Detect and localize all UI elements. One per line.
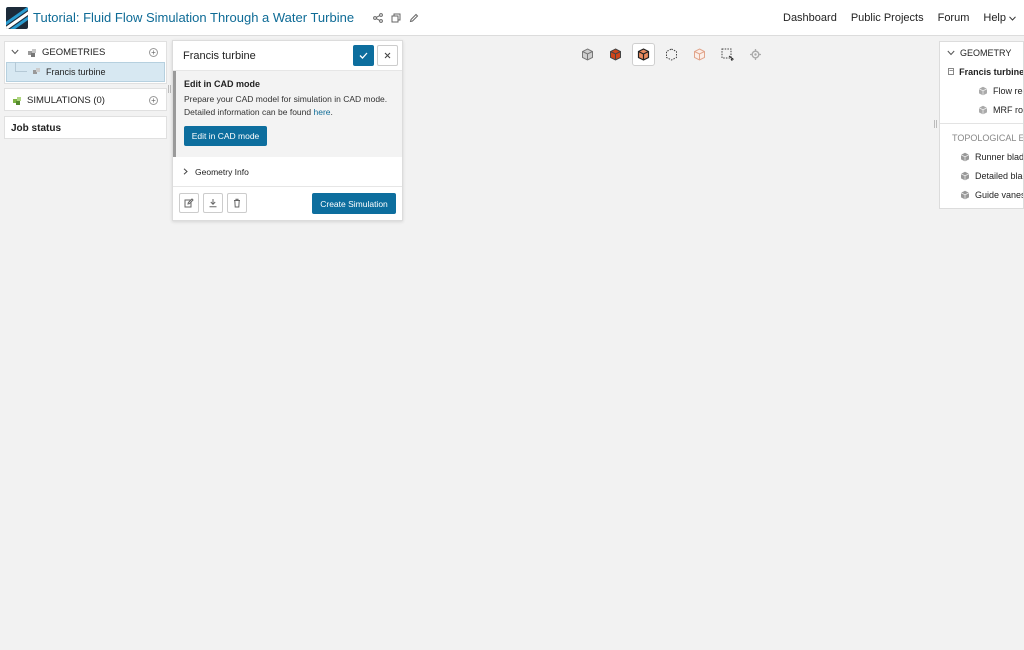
chevron-down-icon[interactable] [947, 50, 955, 56]
geometries-label: GEOMETRIES [42, 46, 106, 58]
settings-icon[interactable] [744, 43, 767, 66]
geometry-item-francis-turbine[interactable]: Francis turbine [6, 62, 165, 82]
nav-forum[interactable]: Forum [938, 12, 970, 24]
solid-edges-view-icon[interactable] [632, 43, 655, 66]
project-title[interactable]: Tutorial: Fluid Flow Simulation Through … [33, 10, 354, 25]
topological-tree-header[interactable]: TOPOLOGICAL E [940, 128, 1023, 147]
topological-item-label: Runner blade [975, 151, 1024, 162]
cube-icon [960, 190, 970, 200]
chevron-down-icon [1009, 15, 1016, 21]
add-geometry-icon[interactable]: + [149, 47, 158, 57]
job-status-section[interactable]: Job status [4, 116, 167, 139]
pencil-icon[interactable] [408, 12, 420, 24]
download-geometry-button[interactable] [203, 193, 223, 213]
cad-mode-info: Edit in CAD mode Prepare your CAD model … [173, 71, 402, 157]
collapse-icon[interactable]: − [948, 68, 955, 75]
geometry-tree-label: GEOMETRY [960, 47, 1012, 58]
job-status-label: Job status [11, 123, 62, 134]
create-simulation-button[interactable]: Create Simulation [312, 193, 396, 214]
edit-geometry-button[interactable] [179, 193, 199, 213]
add-simulation-icon[interactable]: + [149, 96, 158, 105]
geometry-root-item[interactable]: − Francis turbine [940, 62, 1023, 81]
geometry-category-icon [27, 47, 38, 58]
geometry-info-toggle[interactable]: Geometry Info [173, 157, 402, 187]
wireframe-view-icon[interactable] [660, 43, 683, 66]
nav-help-label: Help [983, 12, 1006, 24]
topological-item[interactable]: Guide vanes [940, 185, 1023, 204]
edit-in-cad-button[interactable]: Edit in CAD mode [184, 126, 267, 146]
simulations-label: SIMULATIONS (0) [27, 95, 105, 106]
topological-item-label: Detailed blac [975, 170, 1024, 181]
cad-help-link[interactable]: here [313, 107, 330, 117]
app-logo[interactable] [6, 6, 28, 29]
viewer-toolbar [576, 43, 767, 66]
tree-line [15, 62, 27, 72]
geometry-tree-panel: GEOMETRY − Francis turbine Flow reg MRF … [939, 41, 1024, 209]
share-icon[interactable] [372, 12, 384, 24]
box-select-icon[interactable] [716, 43, 739, 66]
close-button[interactable] [377, 45, 398, 66]
view-cube-icon[interactable] [576, 43, 599, 66]
simulations-section: SIMULATIONS (0) + [4, 88, 167, 111]
copy-icon[interactable] [390, 12, 402, 24]
chevron-right-icon [183, 168, 188, 175]
cube-icon [960, 152, 970, 162]
nav-help[interactable]: Help [983, 12, 1016, 24]
solid-view-icon[interactable] [604, 43, 627, 66]
geometries-section: GEOMETRIES + Francis turbine [4, 41, 167, 84]
cad-mode-description: Prepare your CAD model for simulation in… [184, 93, 394, 119]
geometry-tree-header[interactable]: GEOMETRY [940, 43, 1023, 62]
transparent-view-icon[interactable] [688, 43, 711, 66]
edit-icon [184, 198, 194, 208]
topological-tree-label: TOPOLOGICAL E [952, 132, 1024, 143]
cad-mode-text: Prepare your CAD model for simulation in… [184, 94, 388, 117]
geometry-root-label: Francis turbine [959, 66, 1024, 77]
geometry-item-label: Francis turbine [46, 67, 106, 77]
divider [940, 123, 1023, 124]
close-icon [384, 52, 391, 59]
simulations-header[interactable]: SIMULATIONS (0) + [5, 89, 166, 112]
left-panel-splitter[interactable] [168, 85, 171, 93]
geometry-child-label: Flow reg [993, 85, 1023, 96]
cube-icon [978, 86, 988, 96]
topological-item[interactable]: Detailed blac [940, 166, 1023, 185]
cad-mode-text-end: . [330, 107, 333, 117]
check-icon [359, 52, 368, 59]
topological-item[interactable]: Runner blade [940, 147, 1023, 166]
cad-mode-title: Edit in CAD mode [184, 79, 260, 89]
confirm-button[interactable] [353, 45, 374, 66]
geometry-icon [31, 67, 42, 78]
delete-geometry-button[interactable] [227, 193, 247, 213]
cube-icon [978, 105, 988, 115]
nav-dashboard[interactable]: Dashboard [783, 12, 837, 24]
simulation-category-icon [12, 95, 23, 106]
geometries-header[interactable]: GEOMETRIES + [5, 42, 166, 62]
cube-icon [960, 171, 970, 181]
topological-item-label: Guide vanes [975, 189, 1024, 200]
geometry-child-item[interactable]: Flow reg [940, 81, 1023, 100]
geometry-child-item[interactable]: MRF rota [940, 100, 1023, 119]
geometry-info-label: Geometry Info [195, 166, 249, 177]
geometry-detail-panel: Francis turbine Edit in CAD mode Prepare… [172, 40, 403, 221]
trash-icon [234, 198, 240, 208]
top-bar: Tutorial: Fluid Flow Simulation Through … [0, 0, 1024, 36]
chevron-down-icon[interactable] [11, 47, 21, 57]
right-panel-splitter[interactable] [934, 120, 937, 128]
download-icon [209, 199, 217, 208]
nav-public-projects[interactable]: Public Projects [851, 12, 924, 24]
geometry-child-label: MRF rota [993, 104, 1023, 115]
panel-title: Francis turbine [183, 49, 256, 62]
